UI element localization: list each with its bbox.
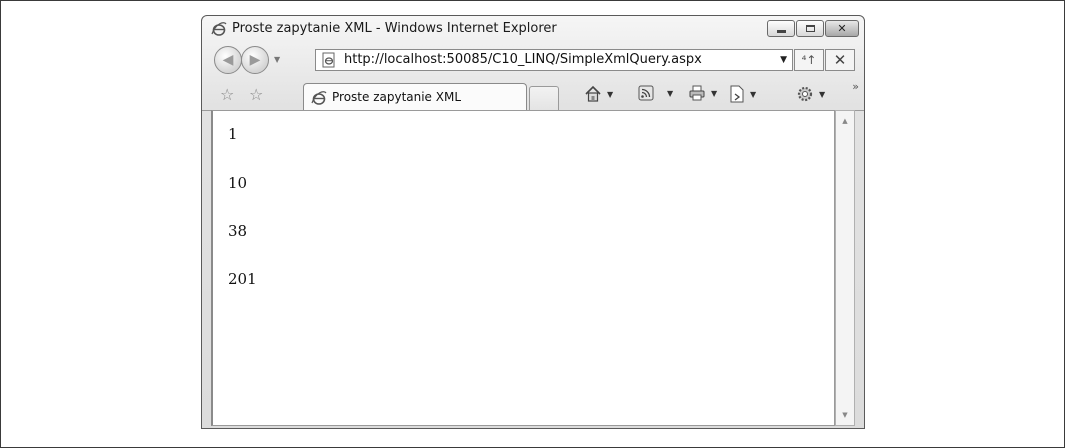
gear-icon: [797, 86, 813, 102]
query-result-value: 201: [228, 270, 257, 288]
tools-button[interactable]: ▼: [796, 85, 825, 103]
toolbar-overflow-icon[interactable]: »: [852, 80, 859, 93]
back-arrow-icon: ◀: [222, 52, 234, 68]
refresh-icon: ⁴↑: [801, 53, 817, 67]
home-dropdown-icon[interactable]: ▼: [607, 90, 613, 99]
rss-icon: [638, 85, 654, 101]
forward-arrow-icon: ▶: [249, 52, 261, 68]
maximize-icon: [805, 25, 815, 32]
tab-label: Proste zapytanie XML: [332, 90, 462, 104]
print-dropdown-icon[interactable]: ▼: [711, 89, 717, 98]
close-button[interactable]: ✕: [825, 20, 859, 37]
minimize-icon: [776, 30, 786, 33]
address-dropdown-icon[interactable]: ▼: [780, 55, 787, 65]
page-menu-icon: [730, 85, 744, 103]
new-tab-button[interactable]: [529, 86, 559, 110]
tools-dropdown-icon[interactable]: ▼: [819, 90, 825, 99]
address-bar[interactable]: http://localhost:50085/C10_LINQ/SimpleXm…: [315, 49, 793, 71]
tab-bar: ☆ ☆ Proste zapytanie XML ▼ ▼ ▼ ▼ ▼ »: [202, 78, 864, 111]
maximize-button[interactable]: [796, 20, 824, 37]
scroll-up-icon[interactable]: ▲: [836, 113, 854, 129]
browser-window: Proste zapytanie XML - Windows Internet …: [201, 15, 865, 429]
home-button[interactable]: ▼: [584, 85, 613, 103]
feeds-dropdown-icon[interactable]: ▼: [667, 89, 673, 98]
home-icon: [585, 85, 601, 102]
scroll-down-icon[interactable]: ▼: [836, 407, 854, 423]
page-content: 1 10 38 201: [211, 110, 835, 426]
refresh-button[interactable]: ⁴↑: [794, 49, 824, 71]
page-menu-button[interactable]: ▼: [729, 85, 756, 103]
forward-button[interactable]: ▶: [241, 46, 269, 74]
figure-frame: Proste zapytanie XML - Windows Internet …: [0, 0, 1065, 448]
query-result-value: 1: [228, 125, 238, 143]
query-result-value: 10: [228, 174, 248, 192]
tab-active[interactable]: Proste zapytanie XML: [303, 83, 527, 111]
stop-button[interactable]: ✕: [825, 49, 855, 71]
page-dropdown-icon[interactable]: ▼: [750, 90, 756, 99]
feeds-button[interactable]: ▼: [638, 85, 673, 101]
address-url[interactable]: http://localhost:50085/C10_LINQ/SimpleXm…: [344, 52, 702, 67]
favorites-star-icon[interactable]: ☆: [220, 85, 234, 104]
stop-icon: ✕: [833, 51, 847, 69]
window-controls: ✕: [767, 20, 859, 37]
navigation-bar: ◀ ▶ ▼ http://localhost:50085/C10_LINQ/Si…: [202, 42, 864, 76]
title-bar: Proste zapytanie XML - Windows Internet …: [202, 16, 864, 42]
minimize-button[interactable]: [767, 20, 795, 37]
print-icon: [689, 85, 705, 101]
ie-logo-icon: [311, 91, 327, 105]
page-icon: [322, 52, 335, 68]
print-button[interactable]: ▼: [688, 85, 717, 101]
ie-logo-icon: [211, 22, 227, 36]
window-title: Proste zapytanie XML - Windows Internet …: [232, 21, 557, 36]
add-favorite-icon[interactable]: ☆: [249, 85, 263, 104]
back-button[interactable]: ◀: [214, 46, 242, 74]
vertical-scrollbar[interactable]: ▲ ▼: [835, 110, 855, 426]
close-icon: ✕: [837, 22, 847, 35]
recent-pages-dropdown-icon[interactable]: ▼: [274, 55, 280, 64]
query-result-value: 38: [228, 222, 248, 240]
